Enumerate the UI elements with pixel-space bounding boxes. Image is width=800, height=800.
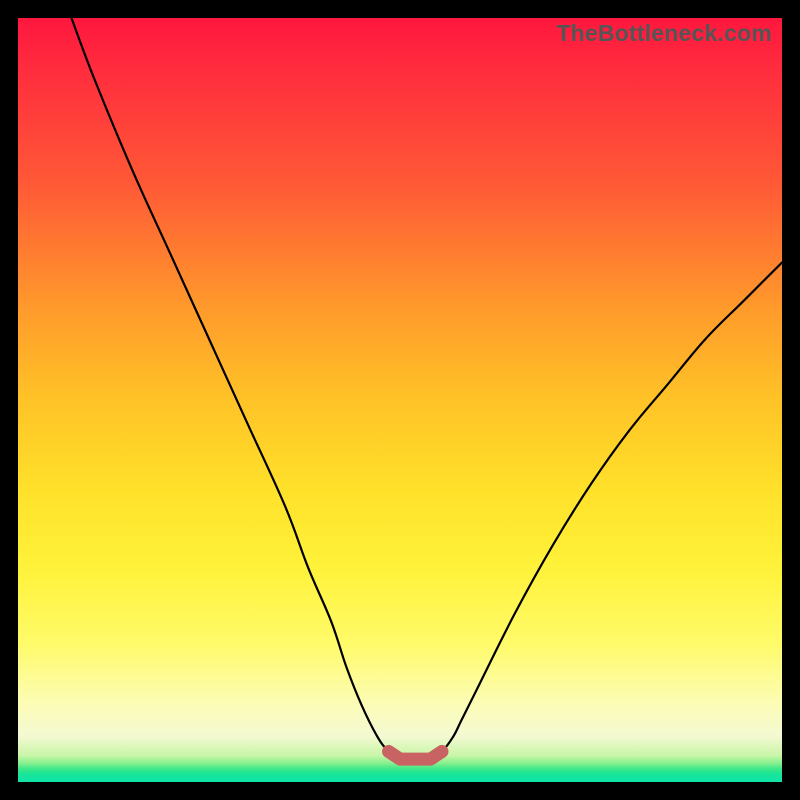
bottleneck-curve-path — [71, 18, 782, 760]
chart-frame: TheBottleneck.com — [0, 0, 800, 800]
chart-svg — [18, 18, 782, 782]
optimal-range-marker-path — [389, 751, 442, 759]
plot-area: TheBottleneck.com — [18, 18, 782, 782]
